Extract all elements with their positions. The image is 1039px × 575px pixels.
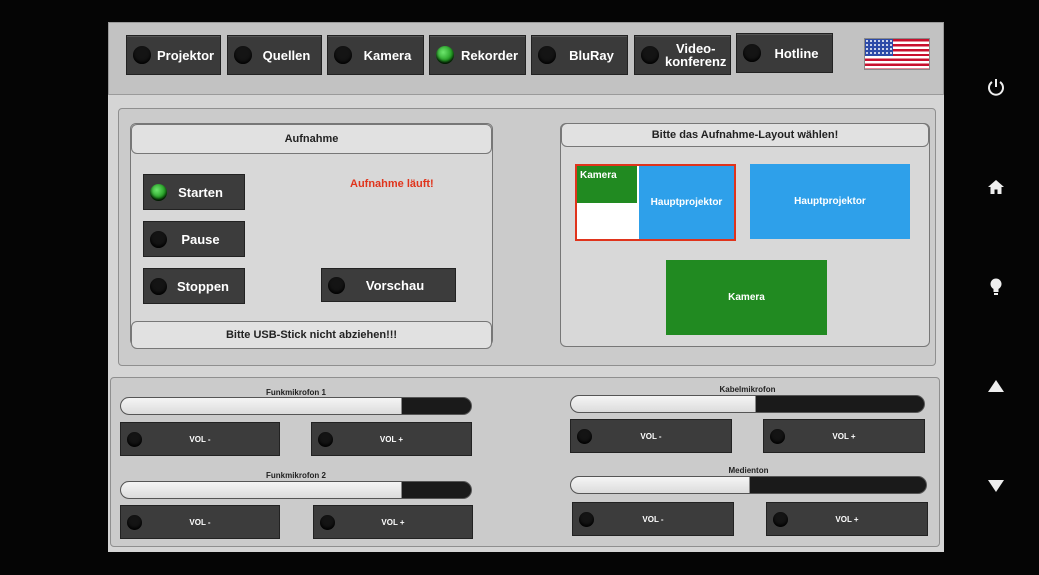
vol-led-icon [770, 428, 785, 444]
nav-rekorder[interactable]: Rekorder [429, 35, 526, 75]
vol-plus-label: VOL + [379, 434, 404, 444]
usb-warning: Bitte USB-Stick nicht abziehen!!! [131, 321, 492, 349]
start-led-icon [150, 183, 167, 201]
funkmikrofon1-vol-minus[interactable]: VOL - [120, 422, 280, 456]
vol-minus-label: VOL - [642, 514, 664, 524]
kabelmikrofon-vol-plus[interactable]: VOL + [763, 419, 925, 453]
nav-label: Hotline [774, 45, 819, 61]
vol-led-icon [773, 511, 788, 527]
nav-label: Video- konferenz [665, 41, 727, 69]
preview-label: Vorschau [365, 277, 425, 293]
layout-title: Bitte das Aufnahme-Layout wählen! [561, 123, 929, 147]
funkmikrofon1-vol-plus[interactable]: VOL + [311, 422, 472, 456]
kabelmikrofon-slider[interactable] [570, 395, 925, 413]
home-icon[interactable] [981, 172, 1011, 202]
vol-minus-label: VOL - [189, 434, 211, 444]
recording-status: Aufnahme läuft! [350, 178, 434, 190]
nav-label: Projektor [157, 47, 215, 63]
nav-led-icon [334, 46, 352, 64]
lightbulb-icon[interactable] [981, 272, 1011, 302]
nav-led-icon [641, 46, 659, 64]
vol-led-icon [579, 511, 594, 527]
vol-plus-label: VOL + [835, 514, 859, 524]
nav-label: Rekorder [460, 47, 519, 63]
recording-title: Aufnahme [131, 124, 492, 154]
layout-option-projector[interactable]: Hauptprojektor [750, 164, 910, 239]
medienton-vol-plus[interactable]: VOL + [766, 502, 928, 536]
nav-videokonferenz[interactable]: Video- konferenz [634, 35, 731, 75]
arrow-up-icon[interactable] [981, 371, 1011, 401]
vol-led-icon [320, 514, 335, 530]
nav-kamera[interactable]: Kamera [327, 35, 424, 75]
channel-label: Kabelmikrofon [719, 385, 776, 394]
vol-led-icon [318, 431, 333, 447]
start-label: Starten [178, 184, 223, 200]
layout-option-camera[interactable]: Kamera [666, 260, 827, 335]
medienton-slider[interactable] [570, 476, 927, 494]
nav-hotline[interactable]: Hotline [736, 33, 833, 73]
funkmikrofon1-slider[interactable] [120, 397, 472, 415]
channel-label: Funkmikrofon 2 [265, 471, 326, 480]
pause-button[interactable]: Pause [143, 221, 245, 257]
nav-led-icon [133, 46, 151, 64]
funkmikrofon2-vol-minus[interactable]: VOL - [120, 505, 280, 539]
vol-minus-label: VOL - [640, 431, 662, 441]
nav-label: BluRay [569, 47, 614, 63]
nav-led-icon [538, 46, 556, 64]
nav-led-icon [234, 46, 252, 64]
nav-quellen[interactable]: Quellen [227, 35, 322, 75]
stop-label: Stoppen [177, 278, 229, 294]
power-icon[interactable] [981, 72, 1011, 102]
nav-led-icon [743, 44, 761, 62]
arrow-down-icon[interactable] [981, 471, 1011, 501]
vol-led-icon [577, 428, 592, 444]
vol-plus-label: VOL + [832, 431, 856, 441]
funkmikrofon2-vol-plus[interactable]: VOL + [313, 505, 473, 539]
layout1-projector: Hauptprojektor [639, 166, 734, 239]
funkmikrofon2-slider[interactable] [120, 481, 472, 499]
vol-led-icon [127, 431, 142, 447]
stop-button[interactable]: Stoppen [143, 268, 245, 304]
channel-label: Medienton [728, 466, 769, 475]
us-flag-icon[interactable] [864, 38, 930, 70]
kabelmikrofon-vol-minus[interactable]: VOL - [570, 419, 732, 453]
pause-label: Pause [181, 231, 220, 247]
nav-projektor[interactable]: Projektor [126, 35, 221, 75]
nav-label: Quellen [262, 47, 311, 63]
preview-led-icon [328, 276, 345, 294]
vol-plus-label: VOL + [381, 517, 405, 527]
pause-led-icon [150, 230, 167, 248]
nav-led-active-icon [436, 46, 454, 64]
vol-led-icon [127, 514, 142, 530]
nav-bluray[interactable]: BluRay [531, 35, 628, 75]
vol-minus-label: VOL - [189, 517, 211, 527]
layout1-camera: Kamera [577, 166, 637, 203]
stop-led-icon [150, 277, 167, 295]
layout-option-camera-projector[interactable]: Kamera Hauptprojektor [575, 164, 736, 241]
start-button[interactable]: Starten [143, 174, 245, 210]
channel-label: Funkmikrofon 1 [265, 388, 326, 397]
preview-button[interactable]: Vorschau [321, 268, 456, 302]
medienton-vol-minus[interactable]: VOL - [572, 502, 734, 536]
nav-label: Kamera [363, 47, 412, 63]
